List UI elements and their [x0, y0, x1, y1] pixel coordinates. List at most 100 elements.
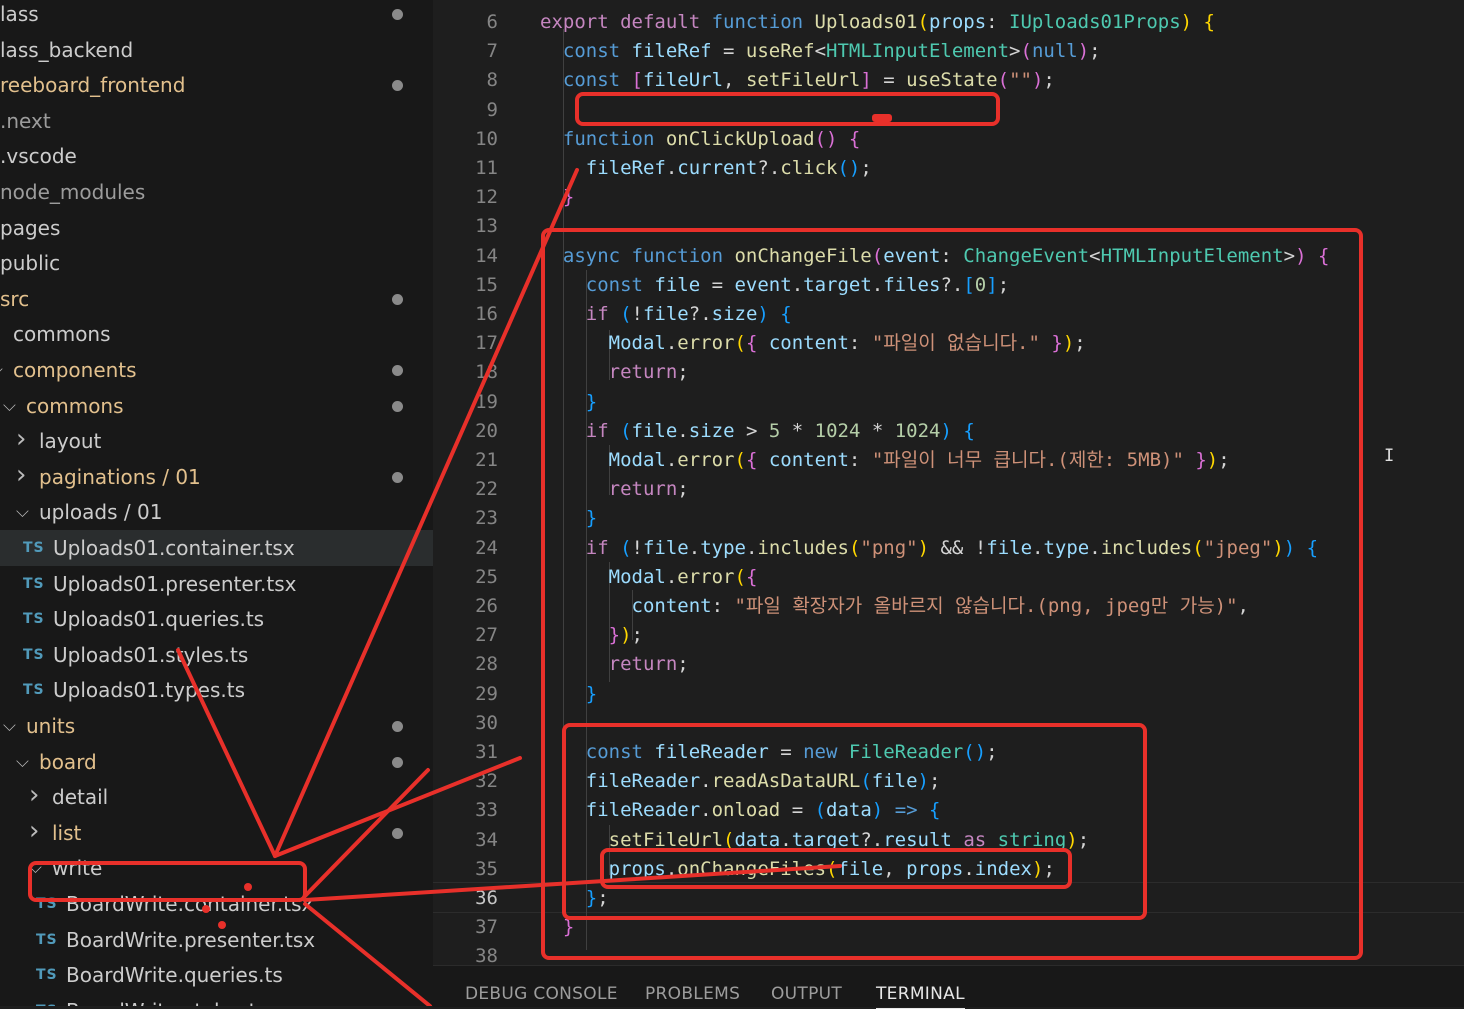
- explorer-item[interactable]: TS BoardWrite.presenter.tsx: [0, 922, 433, 958]
- code-line[interactable]: 34 setFileUrl(data.target?.result as str…: [433, 826, 1464, 855]
- explorer-item-label: public: [0, 251, 61, 276]
- code-token: .: [791, 273, 804, 296]
- explorer-item[interactable]: .vscode: [0, 138, 433, 174]
- code-token: [: [963, 273, 975, 296]
- code-text: content: "파일 확장자가 올바르지 않습니다.(png, jpeg만 …: [540, 592, 1250, 621]
- explorer-item[interactable]: src: [0, 281, 433, 317]
- explorer-item[interactable]: lass: [0, 0, 433, 32]
- code-token: (: [620, 419, 632, 442]
- code-token: !: [631, 303, 643, 325]
- code-token: {: [745, 332, 769, 355]
- code-line[interactable]: 23 }: [433, 504, 1464, 533]
- code-line[interactable]: 30: [433, 709, 1464, 738]
- code-token: =: [780, 799, 815, 822]
- typescript-file-icon: TS: [36, 896, 58, 912]
- code-line[interactable]: 9: [433, 96, 1464, 125]
- explorer-item[interactable]: › list: [0, 815, 433, 851]
- code-line[interactable]: 16 if (!file?.size) {: [433, 300, 1464, 329]
- code-line[interactable]: 20 if (file.size > 5 * 1024 * 1024) {: [433, 417, 1464, 446]
- code-line[interactable]: 36 };: [433, 884, 1464, 913]
- code-line[interactable]: 12 }: [433, 183, 1464, 212]
- typescript-file-icon: TS: [36, 931, 58, 948]
- code-token: <: [814, 40, 827, 63]
- code-line[interactable]: 31 const fileReader = new FileReader();: [433, 738, 1464, 767]
- panel-tab-terminal[interactable]: TERMINAL: [876, 984, 965, 1009]
- explorer-item[interactable]: ⌵ commons: [0, 388, 433, 424]
- explorer-item[interactable]: ⌵ write: [0, 850, 433, 886]
- code-token: event: [734, 273, 792, 296]
- code-line[interactable]: 32 fileReader.readAsDataURL(file);: [433, 767, 1464, 796]
- code-line[interactable]: 26 content: "파일 확장자가 올바르지 않습니다.(png, jpe…: [433, 592, 1464, 621]
- explorer-item[interactable]: TS BoardWrite.container.tsx: [0, 886, 433, 922]
- explorer-item[interactable]: lass_backend: [0, 32, 433, 68]
- code-line[interactable]: 18 return;: [433, 358, 1464, 387]
- chevron-down-icon: ⌵: [29, 858, 42, 879]
- line-number: 20: [475, 419, 498, 442]
- code-line[interactable]: 25 Modal.error({: [433, 563, 1464, 592]
- code-token: .: [1089, 536, 1101, 559]
- code-token: (: [871, 244, 884, 267]
- code-line[interactable]: 37 }: [433, 913, 1464, 942]
- code-line[interactable]: 13: [433, 212, 1464, 241]
- explorer-item[interactable]: TS Uploads01.container.tsx: [0, 530, 433, 566]
- explorer-item[interactable]: public: [0, 245, 433, 281]
- explorer-item[interactable]: ⌵ units: [0, 708, 433, 744]
- code-line[interactable]: 27 });: [433, 621, 1464, 650]
- code-line[interactable]: 8 const [fileUrl, setFileUrl] = useState…: [433, 66, 1464, 95]
- code-line[interactable]: 7 const fileRef = useRef<HTMLInputElemen…: [433, 37, 1464, 66]
- explorer-item[interactable]: › detail: [0, 779, 433, 815]
- explorer-item-label: .vscode: [0, 144, 77, 169]
- code-line[interactable]: 29 }: [433, 680, 1464, 709]
- code-line[interactable]: 35 props.onChangeFiles(file, props.index…: [433, 855, 1464, 884]
- explorer-item-label: Uploads01.queries.ts: [53, 607, 265, 632]
- code-token: ;: [1074, 332, 1086, 355]
- explorer-item[interactable]: TS Uploads01.queries.ts: [0, 601, 433, 637]
- code-line[interactable]: 38: [433, 942, 1464, 965]
- explorer-item[interactable]: pages: [0, 210, 433, 246]
- explorer-item[interactable]: TS BoardWrite.queries.ts: [0, 957, 433, 993]
- panel-tab-problems[interactable]: PROBLEMS: [645, 984, 740, 1004]
- code-token: error: [677, 332, 735, 355]
- explorer-item[interactable]: ⌵ board: [0, 744, 433, 780]
- explorer-item[interactable]: TS Uploads01.types.ts: [0, 672, 433, 708]
- explorer-item[interactable]: ⌵components: [0, 352, 433, 388]
- explorer-item[interactable]: commons: [0, 316, 433, 352]
- code-line[interactable]: 14 async function onChangeFile(event: Ch…: [433, 242, 1464, 271]
- line-number: 12: [475, 186, 498, 209]
- line-number: 15: [475, 273, 498, 296]
- explorer-item[interactable]: › paginations / 01: [0, 459, 433, 495]
- code-editor[interactable]: 6 export default function Uploads01(props…: [433, 0, 1464, 965]
- panel-tab-output[interactable]: OUTPUT: [771, 984, 842, 1004]
- code-line[interactable]: 21 Modal.error({ content: "파일이 너무 큽니다.(제…: [433, 446, 1464, 475]
- code-line[interactable]: 24 if (!file.type.includes("png") && !fi…: [433, 534, 1464, 563]
- code-line[interactable]: 19 }: [433, 388, 1464, 417]
- explorer-item[interactable]: .next: [0, 103, 433, 139]
- code-line[interactable]: 15 const file = event.target.files?.[0];: [433, 271, 1464, 300]
- explorer-item-label: reeboard_frontend: [0, 73, 186, 98]
- code-token: onClickUpload: [665, 127, 815, 150]
- explorer-item[interactable]: › layout: [0, 423, 433, 459]
- mouse-cursor-icon: I: [1384, 446, 1395, 466]
- code-token: HTMLInputElement: [826, 40, 1010, 63]
- explorer-item[interactable]: TS Uploads01.styles.ts: [0, 637, 433, 673]
- code-line[interactable]: 17 Modal.error({ content: "파일이 없습니다." })…: [433, 329, 1464, 358]
- code-text: }: [540, 680, 597, 709]
- explorer-item-label: Uploads01.presenter.tsx: [53, 571, 297, 596]
- explorer-item[interactable]: TS Uploads01.presenter.tsx: [0, 566, 433, 602]
- explorer-item[interactable]: node_modules: [0, 174, 433, 210]
- explorer-item[interactable]: ⌵ uploads / 01: [0, 494, 433, 530]
- code-line[interactable]: 11 fileRef.current?.click();: [433, 154, 1464, 183]
- code-token: return: [540, 361, 678, 384]
- code-line[interactable]: 28 return;: [433, 650, 1464, 679]
- explorer-item[interactable]: TS BoardWrite.styles.ts: [0, 993, 433, 1006]
- panel-tab-debug-console[interactable]: DEBUG CONSOLE: [465, 984, 618, 1004]
- code-line[interactable]: 33 fileReader.onload = (data) => {: [433, 796, 1464, 825]
- code-line[interactable]: 10 function onClickUpload() {: [433, 125, 1464, 154]
- code-line[interactable]: 6 export default function Uploads01(props…: [433, 8, 1464, 37]
- explorer-item[interactable]: reeboard_frontend: [0, 67, 433, 103]
- code-token: function: [711, 11, 815, 33]
- code-line[interactable]: 22 return;: [433, 475, 1464, 504]
- code-token: if: [540, 536, 621, 559]
- explorer-item-label: commons: [26, 393, 124, 418]
- code-token: {: [745, 449, 769, 471]
